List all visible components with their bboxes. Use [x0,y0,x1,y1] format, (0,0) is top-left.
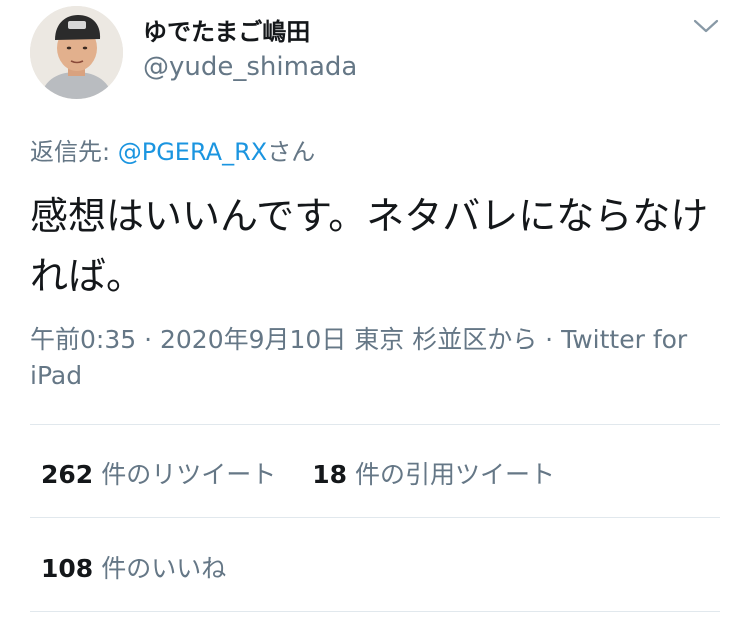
retweets-label: 件のリツイート [101,460,277,489]
likes-stat[interactable]: 108 件のいいね [41,549,226,585]
likes-stats: 108 件のいいね [41,549,226,585]
quotes-label: 件の引用ツイート [355,460,556,489]
divider [30,611,720,612]
likes-label: 件のいいね [101,554,227,583]
reply-context: 返信先: @PGERA_RXさん [30,132,315,167]
retweets-count: 262 [41,460,94,489]
user-handle[interactable]: @yude_shimada [143,52,357,82]
tweet-text: 感想はいいんです。ネタバレにならなければ。 [30,194,709,298]
tweet-date[interactable]: 2020年9月10日 [160,325,346,354]
tweet-time[interactable]: 午前0:35 [30,325,136,354]
reply-prefix: 返信先: [30,138,118,166]
reply-suffix: さん [267,138,316,166]
likes-count: 108 [41,554,94,583]
retweets-stat[interactable]: 262 件のリツイート [41,455,276,491]
avatar[interactable] [30,6,123,99]
quotes-count: 18 [312,460,347,489]
divider [30,517,720,518]
chevron-down-icon[interactable] [692,16,720,36]
meta-separator: · [537,325,562,354]
engagement-stats: 262 件のリツイート 18 件の引用ツイート [41,455,555,491]
avatar-image [30,6,123,99]
tweet-location[interactable]: 東京 杉並区から [346,325,537,354]
reply-target-link[interactable]: @PGERA_RX [118,138,267,166]
tweet-detail: ゆでたまご嶋田 @yude_shimada 返信先: @PGERA_RXさん 感… [0,0,750,625]
quotes-stat[interactable]: 18 件の引用ツイート [312,455,555,491]
tweet-meta: 午前0:35 · 2020年9月10日 東京 杉並区から · Twitter f… [30,322,720,394]
meta-separator: · [136,325,160,354]
divider [30,424,720,425]
display-name[interactable]: ゆでたまご嶋田 [143,12,310,47]
